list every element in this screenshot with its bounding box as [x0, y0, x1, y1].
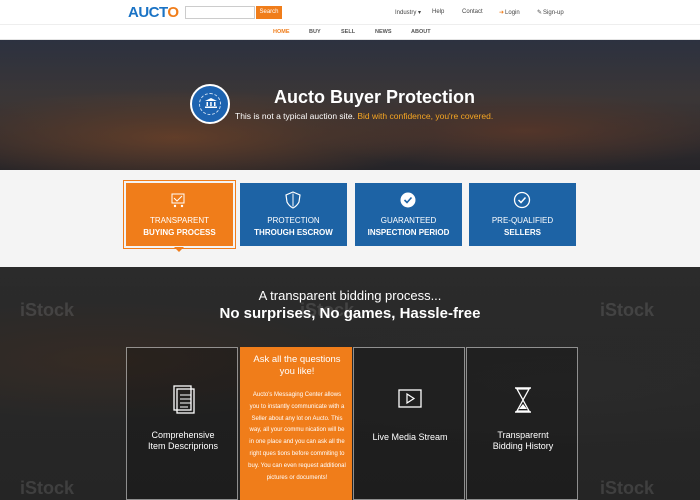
benefit-card-descriptions[interactable]: Comprehensive Item Descriprions: [126, 347, 238, 500]
feature-transparent-buying[interactable]: TRANSPARENT BUYING PROCESS: [123, 180, 236, 249]
nav-news[interactable]: NEWS: [375, 29, 392, 35]
search-input[interactable]: [185, 6, 255, 19]
edit-icon: ✎: [537, 10, 543, 16]
benefit-card-live-stream[interactable]: Live Media Stream: [353, 347, 465, 500]
login-link[interactable]: ➜Login: [499, 9, 520, 16]
play-icon: [398, 389, 422, 408]
section-subtitle: A transparent bidding process...: [258, 288, 442, 303]
main-nav: HOME BUY SELL NEWS ABOUT: [0, 24, 700, 40]
messaging-body: Aucto's Messaging Center allows you to i…: [248, 392, 346, 481]
cart-icon: [171, 193, 185, 208]
badge-check-icon: [400, 192, 416, 208]
check-circle-icon: [513, 191, 531, 209]
aucto-logo[interactable]: AUCTO: [128, 4, 179, 21]
features-strip: [0, 170, 700, 267]
buyer-protection-seal-icon: [190, 84, 230, 124]
nav-home[interactable]: HOME: [273, 29, 290, 35]
hero-subtitle: This is not a typical auction site. Bid …: [235, 111, 494, 121]
search-button[interactable]: Search: [256, 6, 282, 19]
nav-sell[interactable]: SELL: [341, 29, 355, 35]
help-link[interactable]: Help: [432, 9, 444, 15]
login-icon: ➜: [499, 10, 505, 16]
contact-link[interactable]: Contact: [462, 9, 483, 15]
hourglass-icon: [515, 387, 531, 413]
active-feature-caret: [174, 247, 184, 252]
signup-link[interactable]: ✎Sign-up: [537, 9, 564, 16]
section-title: No surprises, No games, Hassle-free: [219, 305, 481, 322]
hero-title: Aucto Buyer Protection: [274, 87, 476, 107]
nav-buy[interactable]: BUY: [309, 29, 321, 35]
shield-icon: [285, 191, 301, 209]
watermark: iStock: [20, 478, 75, 498]
messaging-title: Ask all the questions you like!: [253, 354, 341, 377]
top-bar: AUCTO Search Industry ▾ Help Contact ➜Lo…: [0, 0, 700, 24]
nav-about[interactable]: ABOUT: [411, 29, 431, 35]
benefit-card-bidding-history[interactable]: Transparernt Bidding History: [466, 347, 578, 500]
industry-dropdown[interactable]: Industry ▾: [395, 9, 421, 16]
feature-prequalified-sellers[interactable]: PRE-QUALIFIED SELLERS: [469, 183, 576, 246]
document-icon: [173, 385, 195, 414]
watermark: iStock: [600, 478, 655, 498]
feature-inspection-period[interactable]: GUARANTEED INSPECTION PERIOD: [355, 183, 462, 246]
feature-escrow-protection[interactable]: PROTECTION THROUGH ESCROW: [240, 183, 347, 246]
benefit-card-messaging[interactable]: Ask all the questions you like! Aucto's …: [240, 347, 352, 500]
